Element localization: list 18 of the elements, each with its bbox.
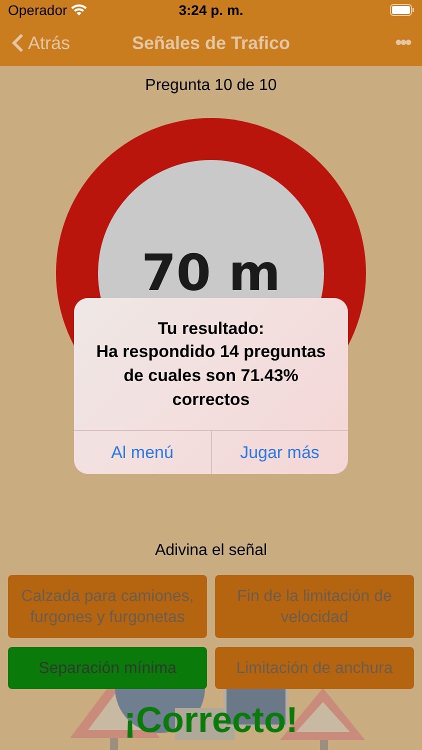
back-button[interactable]: Atrás [12, 30, 70, 56]
question-counter: Pregunta 10 de 10 [144, 76, 278, 96]
answer-button[interactable]: Fin de la limitación de velocidad [215, 575, 414, 638]
screen-title: Señales de Trafico [132, 32, 290, 54]
clock-time: 3:24 p. m. [178, 0, 244, 20]
question-prompt: Adivina el señal [154, 541, 268, 561]
wifi-icon [71, 4, 88, 16]
more-button[interactable]: ••• [394, 28, 410, 58]
alert-message: Ha respondido 14 preguntas de cuales son 71.43% correctos [95, 341, 327, 411]
answer-button[interactable]: Separación mínima [8, 647, 207, 689]
alert-button[interactable]: Al menú [74, 431, 210, 474]
alert-button[interactable]: Jugar más [210, 431, 348, 474]
answer-button[interactable]: Calzada para camiones, furgones y furgonetas [8, 575, 207, 638]
chevron-left-icon [12, 33, 24, 53]
carrier-name: Operador [8, 0, 68, 20]
battery-icon [390, 4, 414, 16]
alert-title: Tu resultado: [156, 318, 266, 340]
answer-button[interactable]: Limitación de anchura [215, 647, 414, 689]
